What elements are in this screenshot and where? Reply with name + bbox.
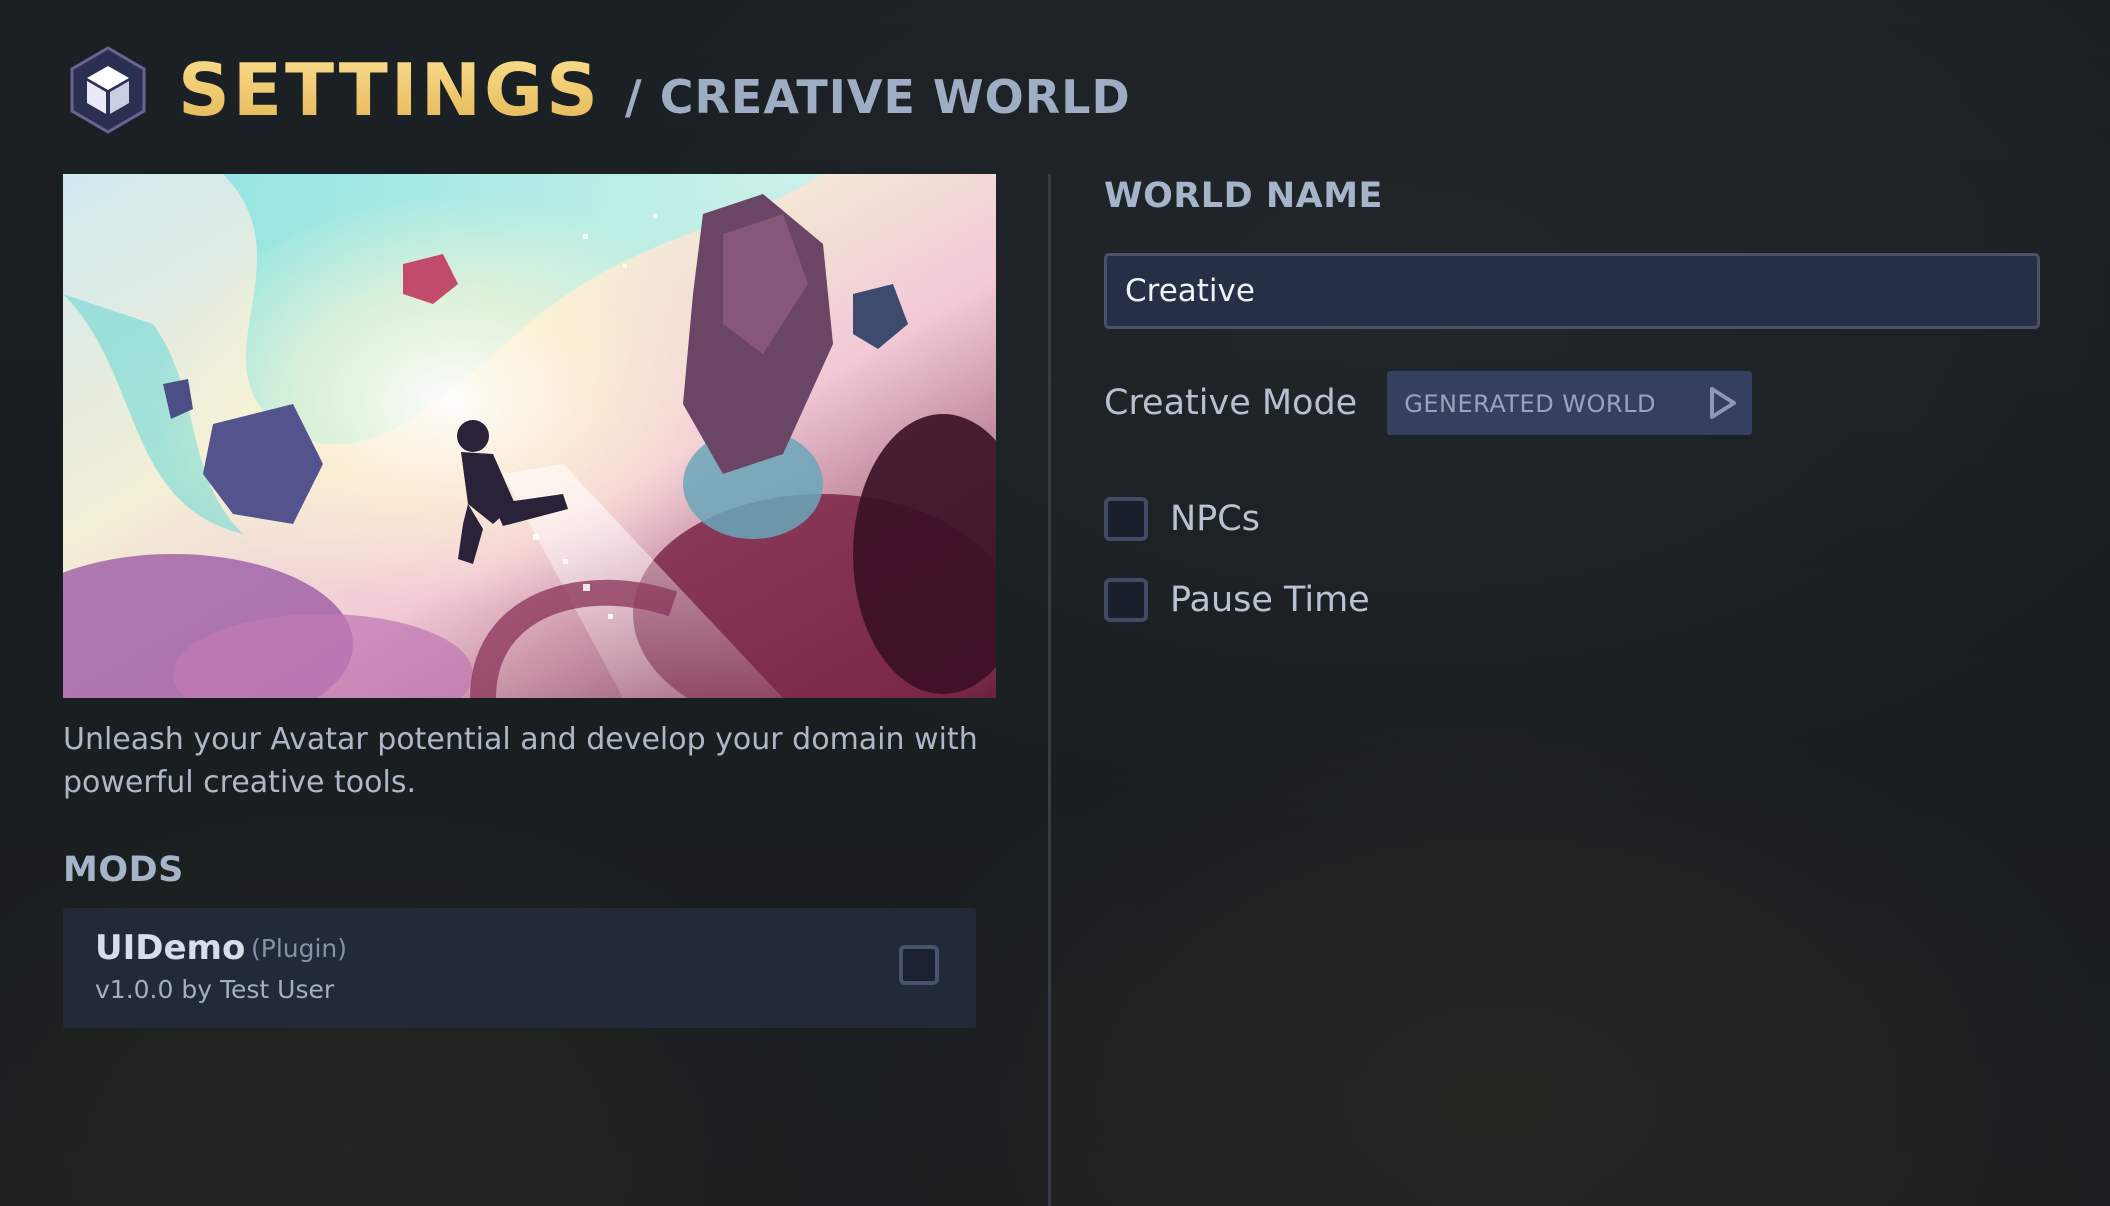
play-arrow-icon: [1704, 386, 1738, 420]
mod-version: v1.0.0 by Test User: [95, 975, 335, 1004]
mod-type: (Plugin): [251, 934, 348, 963]
creative-mode-dropdown[interactable]: GENERATED WORLD: [1387, 371, 1753, 435]
npcs-checkbox[interactable]: [1104, 497, 1148, 541]
mod-enable-checkbox[interactable]: [899, 945, 939, 985]
pause-time-label: Pause Time: [1170, 580, 1370, 620]
npcs-option[interactable]: NPCs: [1104, 497, 1260, 541]
creative-mode-label: Creative Mode: [1104, 383, 1358, 423]
pause-time-checkbox[interactable]: [1104, 578, 1148, 622]
world-description: Unleash your Avatar potential and develo…: [63, 722, 978, 800]
creative-mode-value: GENERATED WORLD: [1404, 390, 1656, 418]
creative-mode-row: Creative Mode GENERATED WORLD: [1104, 371, 1753, 435]
pause-time-option[interactable]: Pause Time: [1104, 578, 1370, 622]
mod-list-item[interactable]: UIDemo (Plugin) v1.0.0 by Test User: [63, 908, 976, 1028]
npcs-label: NPCs: [1170, 499, 1260, 539]
world-name-heading: WORLD NAME: [1104, 176, 1383, 216]
page-subtitle: / CREATIVE WORLD: [624, 70, 1131, 124]
cube-icon: [68, 46, 148, 134]
column-divider: [1048, 174, 1051, 1206]
mod-name: UIDemo: [95, 928, 246, 968]
page-header: SETTINGS / CREATIVE WORLD: [68, 46, 1131, 134]
mods-heading: MODS: [63, 850, 184, 890]
page-title: SETTINGS: [178, 48, 601, 132]
creative-world-artwork: [63, 174, 996, 698]
world-name-input[interactable]: [1104, 253, 2040, 329]
